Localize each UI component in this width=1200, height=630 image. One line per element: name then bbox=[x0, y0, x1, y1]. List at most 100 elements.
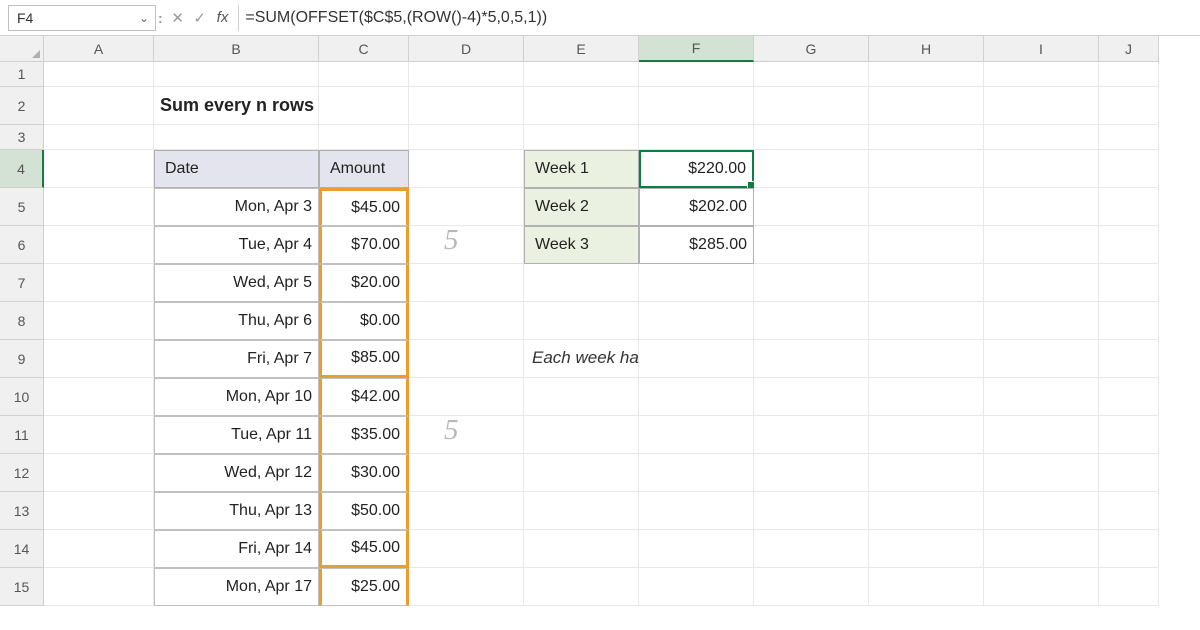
row-header-9[interactable]: 9 bbox=[0, 340, 44, 378]
cell[interactable] bbox=[44, 188, 154, 226]
cell[interactable] bbox=[984, 188, 1099, 226]
cell[interactable] bbox=[639, 87, 754, 125]
cell[interactable] bbox=[44, 568, 154, 606]
table-cell-date[interactable]: Mon, Apr 3 bbox=[154, 188, 319, 226]
enter-button[interactable]: ✓ bbox=[189, 7, 211, 29]
table-cell-date[interactable]: Tue, Apr 11 bbox=[154, 416, 319, 454]
cell[interactable] bbox=[524, 492, 639, 530]
table-cell-amount[interactable]: $25.00 bbox=[319, 568, 409, 606]
cell[interactable] bbox=[1099, 568, 1159, 606]
cell[interactable] bbox=[524, 302, 639, 340]
cell[interactable] bbox=[754, 302, 869, 340]
table-cell-amount[interactable]: $70.00 bbox=[319, 226, 409, 264]
cell[interactable] bbox=[409, 264, 524, 302]
row-header-12[interactable]: 12 bbox=[0, 454, 44, 492]
cell[interactable] bbox=[44, 530, 154, 568]
cell[interactable]: 5 bbox=[409, 416, 524, 454]
table-cell-amount[interactable]: $35.00 bbox=[319, 416, 409, 454]
cell[interactable]: Each week has 5 entries so n=5 bbox=[524, 340, 639, 378]
fx-icon[interactable]: fx bbox=[217, 9, 229, 26]
cell[interactable] bbox=[524, 530, 639, 568]
cell[interactable] bbox=[409, 378, 524, 416]
cell[interactable] bbox=[44, 340, 154, 378]
table-cell-amount[interactable]: $50.00 bbox=[319, 492, 409, 530]
table-cell-amount[interactable]: $45.00 bbox=[319, 530, 409, 568]
cell[interactable] bbox=[639, 454, 754, 492]
cell[interactable] bbox=[44, 378, 154, 416]
cell[interactable] bbox=[319, 62, 409, 87]
cell[interactable] bbox=[44, 492, 154, 530]
row-header-10[interactable]: 10 bbox=[0, 378, 44, 416]
cell[interactable] bbox=[1099, 264, 1159, 302]
row-header-3[interactable]: 3 bbox=[0, 125, 44, 150]
cell[interactable] bbox=[639, 530, 754, 568]
chevron-down-icon[interactable]: ⌄ bbox=[139, 11, 149, 25]
col-header-b[interactable]: B bbox=[154, 36, 319, 62]
row-header-13[interactable]: 13 bbox=[0, 492, 44, 530]
col-header-a[interactable]: A bbox=[44, 36, 154, 62]
table-cell-amount[interactable]: $0.00 bbox=[319, 302, 409, 340]
cell[interactable] bbox=[984, 378, 1099, 416]
select-all-corner[interactable] bbox=[0, 36, 44, 62]
col-header-i[interactable]: I bbox=[984, 36, 1099, 62]
cell[interactable] bbox=[524, 568, 639, 606]
row-header-4[interactable]: 4 bbox=[0, 150, 44, 188]
cell[interactable] bbox=[754, 188, 869, 226]
cell[interactable] bbox=[1099, 416, 1159, 454]
week-value[interactable]: $202.00 bbox=[639, 188, 754, 226]
col-header-f[interactable]: F bbox=[639, 36, 754, 62]
row-header-5[interactable]: 5 bbox=[0, 188, 44, 226]
col-header-e[interactable]: E bbox=[524, 36, 639, 62]
cell[interactable] bbox=[869, 62, 984, 87]
cell[interactable] bbox=[409, 62, 524, 87]
cell[interactable] bbox=[44, 226, 154, 264]
row-header-1[interactable]: 1 bbox=[0, 62, 44, 87]
cell[interactable] bbox=[984, 416, 1099, 454]
cell[interactable] bbox=[984, 454, 1099, 492]
table-header-amount[interactable]: Amount bbox=[319, 150, 409, 188]
table-cell-amount[interactable]: $85.00 bbox=[319, 340, 409, 378]
table-cell-amount[interactable]: $30.00 bbox=[319, 454, 409, 492]
cell[interactable] bbox=[984, 226, 1099, 264]
cell[interactable] bbox=[639, 302, 754, 340]
cell[interactable] bbox=[1099, 530, 1159, 568]
cell[interactable] bbox=[754, 530, 869, 568]
cell[interactable] bbox=[524, 62, 639, 87]
cell[interactable] bbox=[869, 125, 984, 150]
cell[interactable]: 5 bbox=[409, 226, 524, 264]
cell[interactable] bbox=[754, 416, 869, 454]
cell[interactable] bbox=[869, 302, 984, 340]
cell[interactable] bbox=[754, 226, 869, 264]
cell[interactable] bbox=[639, 568, 754, 606]
cell[interactable] bbox=[409, 125, 524, 150]
cell[interactable] bbox=[754, 87, 869, 125]
cell[interactable] bbox=[754, 264, 869, 302]
cell[interactable] bbox=[44, 416, 154, 454]
cell[interactable] bbox=[984, 125, 1099, 150]
col-header-h[interactable]: H bbox=[869, 36, 984, 62]
col-header-j[interactable]: J bbox=[1099, 36, 1159, 62]
table-cell-amount[interactable]: $45.00 bbox=[319, 188, 409, 226]
cell[interactable] bbox=[984, 302, 1099, 340]
cell[interactable] bbox=[409, 530, 524, 568]
cell[interactable] bbox=[869, 568, 984, 606]
cell[interactable] bbox=[44, 62, 154, 87]
cell[interactable] bbox=[1099, 150, 1159, 188]
table-cell-date[interactable]: Fri, Apr 7 bbox=[154, 340, 319, 378]
cell[interactable] bbox=[1099, 125, 1159, 150]
cancel-button[interactable]: ✕ bbox=[167, 7, 189, 29]
table-cell-date[interactable]: Wed, Apr 12 bbox=[154, 454, 319, 492]
table-cell-date[interactable]: Mon, Apr 10 bbox=[154, 378, 319, 416]
row-header-2[interactable]: 2 bbox=[0, 87, 44, 125]
cell[interactable] bbox=[409, 87, 524, 125]
cell[interactable] bbox=[524, 264, 639, 302]
cell[interactable] bbox=[869, 378, 984, 416]
cell[interactable] bbox=[524, 125, 639, 150]
cell[interactable] bbox=[754, 150, 869, 188]
cell[interactable] bbox=[869, 454, 984, 492]
cell[interactable] bbox=[754, 454, 869, 492]
table-cell-date[interactable]: Fri, Apr 14 bbox=[154, 530, 319, 568]
week-value[interactable]: $285.00 bbox=[639, 226, 754, 264]
week-label[interactable]: Week 2 bbox=[524, 188, 639, 226]
col-header-c[interactable]: C bbox=[319, 36, 409, 62]
